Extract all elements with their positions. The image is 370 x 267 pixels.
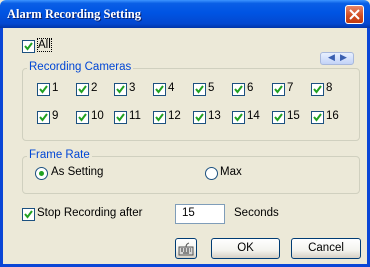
camera-label-11: 11 [129,110,141,122]
camera-checkbox-6[interactable] [232,83,245,96]
camera-label-15: 15 [287,110,300,122]
all-checkbox[interactable] [22,40,35,53]
frame-rate-legend: Frame Rate [27,149,92,161]
check-icon [155,85,164,94]
title-bar: Alarm Recording Setting [0,0,370,28]
check-icon [313,85,322,94]
check-icon [24,42,33,51]
camera-label-4: 4 [168,82,175,94]
camera-checkbox-7[interactable] [272,83,285,96]
check-icon [234,85,243,94]
camera-label-5: 5 [208,82,215,94]
cancel-button[interactable]: Cancel [291,238,361,259]
camera-checkbox-10[interactable] [76,111,89,124]
camera-checkbox-12[interactable] [153,111,166,124]
close-icon [349,9,360,20]
camera-checkbox-14[interactable] [232,111,245,124]
as-setting-label: As Setting [51,166,104,178]
camera-label-7: 7 [287,82,294,94]
check-icon [274,113,283,122]
camera-label-1: 1 [52,82,59,94]
window-title: Alarm Recording Setting [7,7,142,21]
arrow-right-icon: ▶ [340,52,347,62]
check-icon [39,85,48,94]
recording-cameras-legend: Recording Cameras [27,61,134,73]
camera-label-9: 9 [52,110,59,122]
stop-recording-seconds-input[interactable]: 15 [175,204,225,224]
max-radio[interactable] [205,167,218,180]
camera-page-nav[interactable]: ◀ ▶ [320,52,354,65]
camera-label-8: 8 [326,82,333,94]
check-icon [234,113,243,122]
camera-label-16: 16 [326,110,339,122]
keyboard-icon [178,242,194,256]
max-label: Max [220,166,242,178]
check-icon [313,113,322,122]
check-icon [39,113,48,122]
camera-checkbox-8[interactable] [311,83,324,96]
camera-label-14: 14 [247,110,260,122]
camera-checkbox-4[interactable] [153,83,166,96]
camera-checkbox-11[interactable] [114,111,127,124]
recording-cameras-group [22,68,360,141]
check-icon [78,85,87,94]
stop-recording-checkbox[interactable] [22,208,35,221]
keyboard-button[interactable] [175,238,197,259]
check-icon [116,113,125,122]
camera-label-12: 12 [168,110,181,122]
seconds-unit-label: Seconds [234,207,279,219]
camera-checkbox-3[interactable] [114,83,127,96]
camera-label-2: 2 [91,82,98,94]
check-icon [24,210,33,219]
camera-checkbox-15[interactable] [272,111,285,124]
camera-checkbox-2[interactable] [76,83,89,96]
camera-checkbox-16[interactable] [311,111,324,124]
camera-label-13: 13 [208,110,221,122]
ok-button[interactable]: OK [211,238,280,259]
camera-checkbox-9[interactable] [37,111,50,124]
check-icon [116,85,125,94]
check-icon [274,85,283,94]
check-icon [78,113,87,122]
check-icon [155,113,164,122]
close-button[interactable] [345,5,364,24]
camera-checkbox-13[interactable] [193,111,206,124]
all-label: All [37,38,52,52]
camera-checkbox-1[interactable] [37,83,50,96]
arrow-left-icon: ◀ [328,52,335,62]
check-icon [195,113,204,122]
stop-recording-label: Stop Recording after [37,207,143,219]
radio-selected-dot [39,171,44,176]
camera-label-6: 6 [247,82,254,94]
check-icon [195,85,204,94]
as-setting-radio[interactable] [35,167,48,180]
camera-label-3: 3 [129,82,136,94]
camera-label-10: 10 [91,110,104,122]
camera-checkbox-5[interactable] [193,83,206,96]
